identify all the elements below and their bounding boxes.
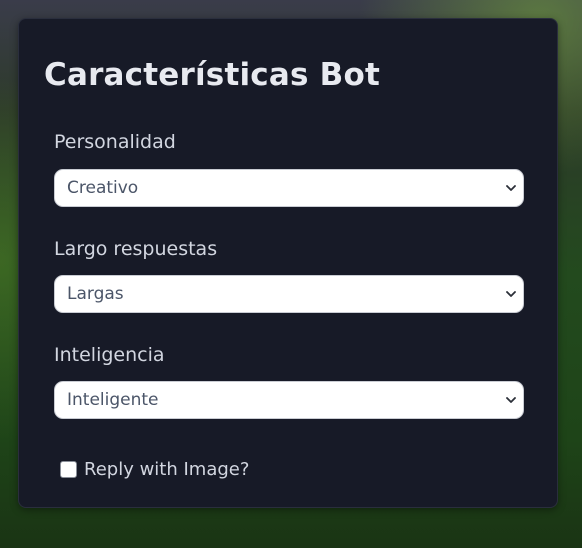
response-length-select[interactable]: Largas: [54, 275, 524, 313]
panel-title: Características Bot: [44, 57, 380, 93]
intelligence-label: Inteligencia: [54, 344, 165, 366]
personality-label: Personalidad: [54, 131, 176, 153]
chevron-down-icon: [506, 397, 516, 403]
personality-select-value: Creativo: [67, 178, 139, 198]
bot-settings-panel: Características Bot Personalidad Creativ…: [18, 18, 558, 508]
response-length-label: Largo respuestas: [54, 238, 218, 260]
reply-with-image-label[interactable]: Reply with Image?: [84, 459, 249, 480]
intelligence-select[interactable]: Inteligente: [54, 381, 524, 419]
personality-select[interactable]: Creativo: [54, 169, 524, 207]
chevron-down-icon: [506, 291, 516, 297]
reply-with-image-checkbox[interactable]: [60, 461, 77, 478]
response-length-select-value: Largas: [67, 284, 124, 304]
intelligence-select-value: Inteligente: [67, 390, 159, 410]
chevron-down-icon: [506, 185, 516, 191]
